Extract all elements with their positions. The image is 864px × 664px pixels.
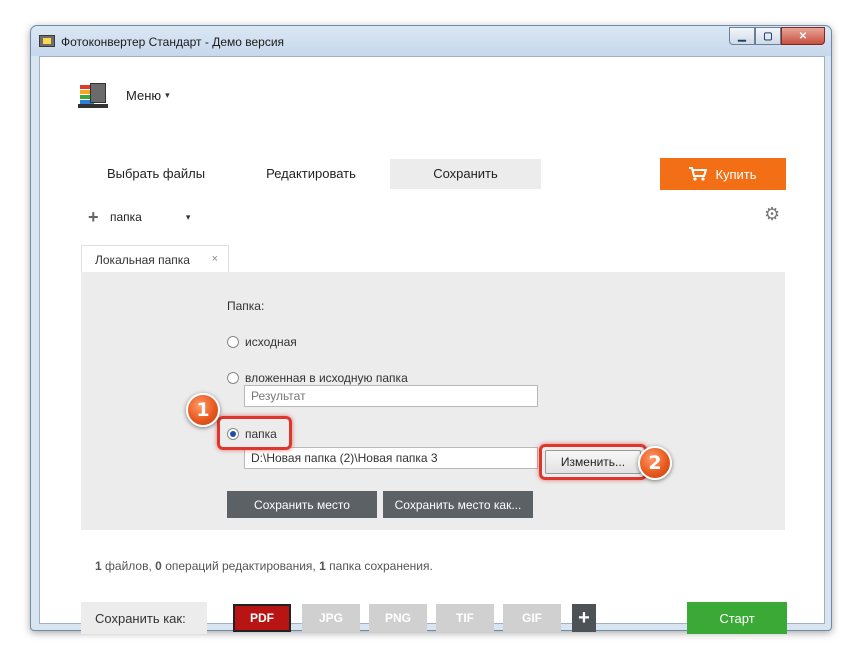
radio-nested-folder[interactable]: вложенная в исходную папка bbox=[227, 371, 408, 385]
window-controls: ▁ ▢ ✕ bbox=[729, 27, 825, 45]
folders-text: папка сохранения. bbox=[329, 559, 433, 573]
save-location-button[interactable]: Сохранить место bbox=[227, 491, 377, 518]
destination-toolbar[interactable]: + папка ▾ bbox=[88, 207, 190, 227]
save-location-as-button[interactable]: Сохранить место как... bbox=[383, 491, 533, 518]
folders-count: 1 bbox=[319, 559, 326, 573]
buy-button[interactable]: Купить bbox=[660, 158, 786, 190]
app-window: Фотоконвертер Стандарт - Демо версия ▁ ▢… bbox=[30, 25, 832, 634]
title-bar[interactable]: Фотоконвертер Стандарт - Демо версия ▁ ▢… bbox=[31, 26, 831, 56]
app-icon bbox=[39, 35, 55, 47]
files-count: 1 bbox=[95, 559, 102, 573]
format-png-button[interactable]: PNG bbox=[369, 604, 427, 632]
add-icon[interactable]: + bbox=[88, 208, 102, 226]
files-text: файлов, bbox=[105, 559, 152, 573]
radio-nested-label: вложенная в исходную папка bbox=[245, 371, 408, 385]
tab-local-folder-label: Локальная папка bbox=[95, 252, 190, 267]
minimize-button[interactable]: ▁ bbox=[729, 27, 755, 45]
folder-heading: Папка: bbox=[227, 299, 265, 313]
window-title: Фотоконвертер Стандарт - Демо версия bbox=[61, 35, 285, 49]
start-button[interactable]: Старт bbox=[687, 602, 787, 634]
folder-path-input[interactable]: D:\Новая папка (2)\Новая папка 3 bbox=[244, 447, 538, 469]
main-menu[interactable]: Меню ▾ bbox=[78, 80, 170, 110]
close-icon[interactable]: × bbox=[212, 253, 218, 265]
cart-icon bbox=[689, 167, 708, 181]
tab-local-folder[interactable]: Локальная папка × bbox=[81, 245, 229, 273]
tab-save[interactable]: Сохранить bbox=[390, 159, 541, 189]
maximize-button[interactable]: ▢ bbox=[755, 27, 781, 45]
menu-label: Меню bbox=[126, 87, 162, 103]
tab-select-files[interactable]: Выбрать файлы bbox=[80, 159, 232, 189]
chevron-down-icon: ▾ bbox=[165, 89, 170, 100]
add-format-button[interactable]: + bbox=[572, 604, 596, 632]
save-as-label: Сохранить как: bbox=[81, 602, 207, 634]
app-logo-icon bbox=[78, 81, 108, 109]
nested-folder-input[interactable]: Результат bbox=[244, 385, 538, 407]
buy-button-label: Купить bbox=[715, 166, 757, 182]
format-pdf-button[interactable]: PDF bbox=[233, 604, 291, 632]
folder-settings-panel: Папка: исходная вложенная в исходную пап… bbox=[81, 272, 785, 530]
format-tif-button[interactable]: TIF bbox=[436, 604, 494, 632]
close-button[interactable]: ✕ bbox=[781, 27, 825, 45]
status-summary: 1 файлов, 0 операций редактирования, 1 п… bbox=[95, 559, 433, 573]
radio-button[interactable] bbox=[227, 336, 239, 348]
destination-type-label: папка bbox=[110, 210, 142, 224]
ops-text: операций редактирования, bbox=[165, 559, 316, 573]
step-badge-2: 2 bbox=[638, 446, 672, 480]
format-jpg-button[interactable]: JPG bbox=[302, 604, 360, 632]
radio-button[interactable] bbox=[227, 372, 239, 384]
main-tabs: Выбрать файлы Редактировать Сохранить bbox=[80, 159, 541, 189]
ops-count: 0 bbox=[155, 559, 162, 573]
client-area: Меню ▾ Выбрать файлы Редактировать Сохра… bbox=[39, 56, 825, 634]
highlight-frame bbox=[539, 444, 647, 480]
step-badge-1: 1 bbox=[186, 393, 220, 427]
chevron-down-icon[interactable]: ▾ bbox=[186, 212, 191, 223]
highlight-frame bbox=[217, 416, 292, 450]
gear-icon[interactable]: ⚙ bbox=[764, 204, 780, 225]
format-gif-button[interactable]: GIF bbox=[503, 604, 561, 632]
radio-source-folder[interactable]: исходная bbox=[227, 335, 297, 349]
tab-edit[interactable]: Редактировать bbox=[232, 159, 390, 189]
radio-source-label: исходная bbox=[245, 335, 297, 349]
